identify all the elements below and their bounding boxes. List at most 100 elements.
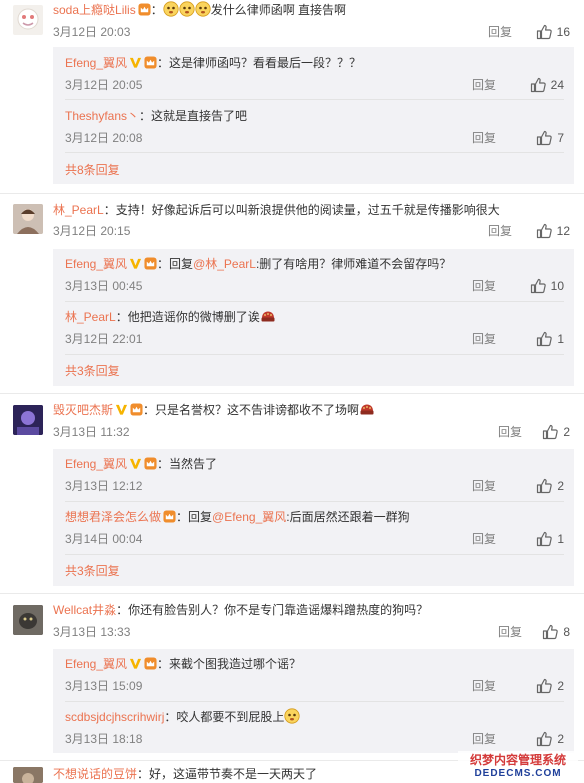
- reply-meta: 3月13日 18:18 回复 2: [65, 729, 564, 749]
- reply-text: ：来截个图我造过哪个谣？: [157, 657, 302, 671]
- reply-divider: [65, 99, 564, 100]
- reply-button[interactable]: 回复: [472, 476, 496, 496]
- avatar[interactable]: [13, 767, 43, 783]
- like-count: 8: [563, 625, 570, 639]
- replies-box: Efeng_翼风 ：这是律师函吗？看看最后一段？？？ 3月12日 20:05 回复…: [53, 47, 574, 184]
- more-replies-link[interactable]: 共8条回复: [65, 160, 120, 180]
- thread-divider: [0, 393, 584, 394]
- reply-time: 3月12日 20:08: [65, 131, 143, 145]
- reply-button[interactable]: 回复: [472, 729, 496, 749]
- mention-link[interactable]: @林_PearL: [193, 257, 256, 271]
- like-button[interactable]: 1: [536, 329, 564, 349]
- replies-box: Efeng_翼风 ：当然告了 3月13日 12:12 回复 2 想想君泽会怎么做 ：…: [53, 449, 574, 586]
- reply-button[interactable]: 回复: [472, 276, 496, 296]
- username-link[interactable]: Efeng_翼风: [65, 56, 127, 70]
- username-link[interactable]: Efeng_翼风: [65, 257, 127, 271]
- like-count: 24: [550, 78, 564, 92]
- username-link[interactable]: 林_PearL: [65, 310, 116, 324]
- like-count: 1: [557, 532, 564, 546]
- more-replies-link[interactable]: 共3条回复: [65, 561, 120, 581]
- reply-button[interactable]: 回复: [472, 329, 496, 349]
- reply-meta: 3月13日 00:45 回复 10: [65, 276, 564, 296]
- like-count: 2: [557, 679, 564, 693]
- more-replies-link[interactable]: 共3条回复: [65, 361, 120, 381]
- comment-meta: 3月13日 13:33 回复 8: [53, 622, 570, 642]
- thread-divider: [0, 593, 584, 594]
- like-count: 10: [550, 279, 564, 293]
- reply-button[interactable]: 回复: [472, 676, 496, 696]
- like-button[interactable]: 1: [536, 529, 564, 549]
- like-count: 16: [556, 25, 570, 39]
- thumbs-up-icon: [536, 223, 552, 239]
- username-link[interactable]: 不想说话的豆饼: [53, 767, 137, 781]
- avatar[interactable]: [13, 605, 43, 635]
- reply-divider: [65, 501, 564, 502]
- thumbs-up-icon: [536, 531, 552, 547]
- comment-text: 发什么律师函啊 直接告啊: [210, 3, 347, 17]
- comment-meta: 3月12日 20:15 回复 12: [53, 221, 570, 241]
- comment-text: ：你还有脸告别人？你不是专门靠造谣爆料蹭热度的狗吗？: [116, 603, 429, 617]
- username-link[interactable]: Theshyfans丶: [65, 109, 139, 123]
- avatar[interactable]: [13, 5, 43, 35]
- username-link[interactable]: Efeng_翼风: [65, 457, 127, 471]
- mention-link[interactable]: @Efeng_翼风: [212, 510, 286, 524]
- comment-separator: ：: [150, 3, 163, 17]
- like-button[interactable]: 10: [530, 276, 564, 296]
- comment-text: ：只是名誉权？这不告诽谤都收不了场啊: [143, 403, 360, 417]
- reply-button[interactable]: 回复: [472, 529, 496, 549]
- reply-meta: 3月12日 20:08 回复 7: [65, 128, 564, 148]
- reply-divider: [65, 301, 564, 302]
- thumbs-up-icon: [530, 278, 546, 294]
- username-link[interactable]: 想想君泽会怎么做: [65, 510, 161, 524]
- reply-button[interactable]: 回复: [488, 221, 512, 241]
- like-button[interactable]: 2: [536, 476, 564, 496]
- thumbs-up-icon: [536, 678, 552, 694]
- reply-prefix: ：回复: [176, 510, 213, 524]
- reply-divider: [65, 554, 564, 555]
- like-button[interactable]: 24: [530, 75, 564, 95]
- vip-crown-icon: [163, 510, 176, 523]
- reply-meta: 3月12日 20:05 回复 24: [65, 75, 564, 95]
- comment-time: 3月13日 11:32: [53, 425, 130, 439]
- like-button[interactable]: 2: [542, 422, 570, 442]
- vip-crown-icon: [144, 657, 157, 670]
- username-link[interactable]: 毁灭吧杰斯: [53, 403, 113, 417]
- reply-meta: 3月13日 15:09 回复 2: [65, 676, 564, 696]
- watermark-logo: 织梦内容管理系统 DEDECMS.COM: [458, 751, 578, 779]
- thumbs-up-icon: [536, 731, 552, 747]
- like-button[interactable]: 2: [536, 676, 564, 696]
- username-link[interactable]: scdbsjdcjhscrihwirj: [65, 710, 164, 724]
- verified-v-icon: [129, 56, 142, 69]
- like-count: 1: [557, 332, 564, 346]
- reply-text: ：他把造谣你的微博删了诶: [115, 310, 260, 324]
- like-button[interactable]: 12: [536, 221, 570, 241]
- reply-button[interactable]: 回复: [472, 128, 496, 148]
- like-button[interactable]: 2: [536, 729, 564, 749]
- reply-divider: [65, 354, 564, 355]
- replies-box: Efeng_翼风 ：来截个图我造过哪个谣？ 3月13日 15:09 回复 2 sc…: [53, 649, 574, 753]
- reply-meta: 3月13日 12:12 回复 2: [65, 476, 564, 496]
- username-link[interactable]: Efeng_翼风: [65, 657, 127, 671]
- comment-time: 3月12日 20:03: [53, 25, 131, 39]
- avatar[interactable]: [13, 405, 43, 435]
- reply-line: Efeng_翼风 ：回复@林_PearL:删了有啥用？律师难道不会留存吗？: [65, 254, 451, 274]
- reply-meta: 3月12日 22:01 回复 1: [65, 329, 564, 349]
- emoji-face-icon: [284, 708, 300, 724]
- verified-v-icon: [115, 403, 128, 416]
- reply-text: ：这就是直接告了吧: [139, 109, 248, 123]
- reply-button[interactable]: 回复: [488, 22, 512, 42]
- avatar[interactable]: [13, 204, 43, 234]
- like-button[interactable]: 7: [536, 128, 564, 148]
- like-button[interactable]: 8: [542, 622, 570, 642]
- reply-button[interactable]: 回复: [498, 422, 522, 442]
- like-button[interactable]: 16: [536, 22, 570, 42]
- reply-button[interactable]: 回复: [498, 622, 522, 642]
- reply-time: 3月13日 15:09: [65, 679, 143, 693]
- username-link[interactable]: Wellcat井淼: [53, 603, 116, 617]
- reply-meta: 3月14日 00:04 回复 1: [65, 529, 564, 549]
- verified-v-icon: [129, 257, 142, 270]
- emoji-cake-icon: [359, 401, 375, 417]
- username-link[interactable]: soda上瘾哒Lilis: [53, 3, 136, 17]
- reply-button[interactable]: 回复: [472, 75, 496, 95]
- username-link[interactable]: 林_PearL: [53, 203, 104, 217]
